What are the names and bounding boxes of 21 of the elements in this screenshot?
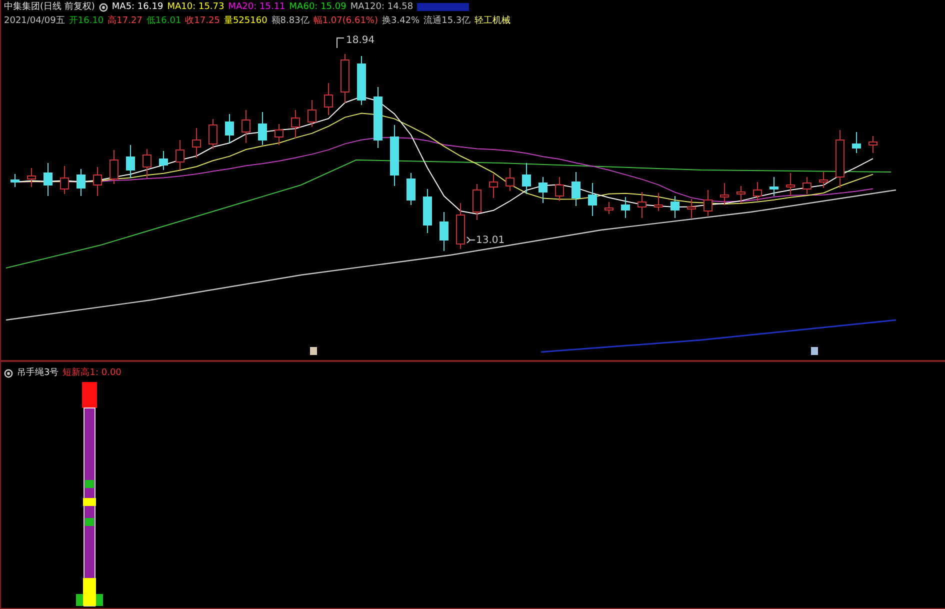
moving-average-value: MA20: 15.11	[228, 2, 286, 12]
quote-value: 流通15.3亿	[424, 16, 471, 26]
quote-value: 开16.10	[68, 16, 104, 26]
low-price-label: 13.01	[466, 235, 505, 246]
quote-value: 收17.25	[185, 16, 220, 26]
quote-value: 轻工机械	[474, 16, 511, 26]
high-price-label: 18.94	[336, 35, 375, 48]
indicator-name: 吊手绳3号	[17, 368, 59, 378]
indicator-reading: 短新高1: 0.00	[62, 368, 122, 378]
moving-average-value: MA10: 15.73	[167, 2, 224, 12]
quote-value: 低16.01	[146, 16, 182, 26]
chart-title: 中集集团(日线 前复权)	[4, 2, 95, 12]
quote-value: 换3.42%	[382, 16, 420, 26]
quote-value: 额8.83亿	[271, 16, 310, 26]
quote-value: 高17.27	[108, 16, 142, 26]
quote-value: 量525160	[224, 16, 268, 26]
quote-value: 幅1.07(6.61%)	[313, 16, 378, 26]
quote-value: 2021/04/09五	[4, 16, 65, 26]
moving-average-value: MA5: 16.19	[112, 2, 164, 12]
moving-average-value: MA60: 15.09	[289, 2, 346, 12]
moving-average-value: MA120: 14.58	[350, 2, 414, 12]
